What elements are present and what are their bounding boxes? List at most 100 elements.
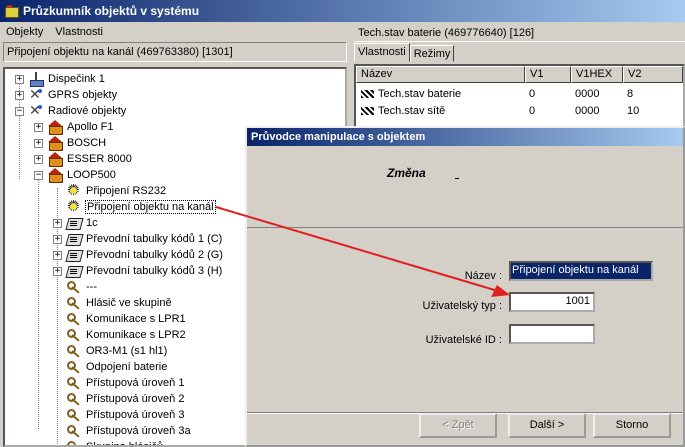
building-icon [47, 136, 63, 151]
row-v2: 8 [627, 88, 634, 100]
user-type-label: Uživatelský typ : [422, 300, 502, 312]
tree-item-label: GPRS objekty [48, 89, 118, 101]
gprs-icon [28, 102, 44, 119]
tree-item-label: Připojení objektu na kanál [85, 200, 216, 214]
key-icon [66, 312, 82, 326]
menu-vlastnosti[interactable]: Vlastnosti [49, 26, 109, 38]
tree-item-label: Přístupová úroveň 2 [86, 393, 185, 405]
connection-icon [66, 181, 82, 199]
user-id-field[interactable] [509, 324, 595, 344]
tree-item[interactable]: Hlásič ve skupině [53, 295, 173, 311]
wizard-step-title: Změna [387, 166, 426, 180]
tree-item[interactable]: Přístupová úroveň 3a [53, 423, 192, 439]
tree-item-label: ESSER 8000 [67, 153, 132, 165]
column-header-v1hex[interactable]: V1HEX [571, 66, 623, 83]
table-icon [66, 232, 82, 246]
tree-item-label: Dispečink 1 [48, 73, 105, 85]
row-v1hex: 0000 [575, 105, 600, 117]
tree-item[interactable]: Komunikace s LPR1 [53, 311, 187, 327]
tree-item[interactable]: Skupina hlásičů [53, 439, 164, 447]
expand-icon[interactable]: + [34, 154, 43, 164]
tree-item[interactable]: Přístupová úroveň 3 [53, 407, 185, 423]
tree-item[interactable]: Odpojení baterie [53, 359, 168, 375]
collapse-icon[interactable]: − [34, 170, 43, 180]
tree-item[interactable]: OR3-M1 (s1 hl1) [53, 343, 168, 359]
key-icon [66, 344, 82, 358]
tree-item[interactable]: Připojení objektu na kanál [53, 197, 216, 215]
name-label: Název : [464, 270, 502, 282]
key-icon [66, 376, 82, 390]
expand-icon[interactable]: + [34, 122, 43, 132]
collapse-icon[interactable]: − [15, 106, 24, 116]
tree-item[interactable]: Komunikace s LPR2 [53, 327, 187, 343]
building-icon [47, 168, 63, 183]
tree-item-label: LOOP500 [67, 169, 116, 181]
tree-item[interactable]: + Dispečink 1 [15, 71, 106, 87]
building-icon [47, 120, 63, 135]
row-v1hex: 0000 [575, 88, 600, 100]
dialog-header: Změna [247, 146, 683, 228]
tab-rezimy[interactable]: Režimy [409, 45, 455, 62]
tree-item-label: Komunikace s LPR1 [86, 313, 186, 325]
menu-objekty[interactable]: Objekty [0, 26, 49, 38]
tree-item-label: 1c [86, 217, 98, 229]
expand-icon[interactable]: + [15, 90, 24, 100]
header-mark [455, 178, 459, 179]
row-name: Tech.stav sítě [378, 105, 446, 117]
expand-icon[interactable]: + [53, 234, 62, 244]
tree-item-label: Radiové objekty [48, 105, 127, 117]
row-v1: 0 [529, 105, 536, 117]
gprs-icon [28, 86, 44, 103]
column-header-v1[interactable]: V1 [525, 66, 571, 83]
expand-icon[interactable]: + [53, 250, 62, 260]
tree-item-label: Odpojení baterie [86, 361, 168, 373]
expand-icon[interactable]: + [53, 218, 62, 228]
window-titlebar: Průzkumník objektů v systému [0, 0, 685, 22]
tree-item[interactable]: + Převodní tabulky kódů 1 (C) [53, 231, 223, 247]
right-panel-header: Tech.stav baterie (469776640) [126] [354, 24, 685, 42]
expand-icon[interactable]: + [53, 266, 62, 276]
tree-item-label: Přístupová úroveň 3a [86, 425, 191, 437]
tree-item[interactable]: + Převodní tabulky kódů 2 (G) [53, 247, 224, 263]
column-header-nazev[interactable]: Název [356, 66, 525, 83]
tree-item-label: Skupina hlásičů [86, 441, 164, 447]
tree-item-label: Přístupová úroveň 1 [86, 377, 185, 389]
back-button[interactable]: < Zpět [419, 413, 497, 438]
tree-item-label: OR3-M1 (s1 hl1) [86, 345, 168, 357]
tree-item-label: --- [86, 281, 97, 293]
tree-item[interactable]: + Apollo F1 [34, 119, 114, 135]
property-tabs: Vlastnosti Režimy [354, 43, 455, 62]
tree-item[interactable]: Přístupová úroveň 1 [53, 375, 185, 391]
tree-item[interactable]: + BOSCH [34, 135, 107, 151]
tab-vlastnosti[interactable]: Vlastnosti [354, 43, 410, 62]
tree-item-label: Převodní tabulky kódů 2 (G) [86, 249, 223, 261]
tree-item-label: Převodní tabulky kódů 1 (C) [86, 233, 223, 245]
user-type-field[interactable]: 1001 [509, 292, 595, 312]
key-icon [66, 392, 82, 406]
key-icon [66, 296, 82, 310]
cancel-button[interactable]: Storno [593, 413, 671, 438]
table-icon [66, 264, 82, 278]
tower-icon [28, 72, 44, 87]
expand-icon[interactable]: + [34, 138, 43, 148]
tree-item[interactable]: + GPRS objekty [15, 86, 118, 103]
tree-item[interactable]: + ESSER 8000 [34, 151, 133, 167]
tree-item[interactable]: +1c [53, 215, 99, 231]
expand-icon[interactable]: + [15, 74, 24, 84]
table-row[interactable]: Tech.stav baterie 0 0000 8 [356, 86, 683, 103]
next-button[interactable]: Další > [508, 413, 586, 438]
tree-item[interactable]: Přístupová úroveň 2 [53, 391, 185, 407]
table-row[interactable]: Tech.stav sítě 0 0000 10 [356, 103, 683, 120]
tree-item[interactable]: + Převodní tabulky kódů 3 (H) [53, 263, 223, 279]
dialog-title: Průvodce manipulace s objektem [251, 131, 426, 143]
tree-item-label: Apollo F1 [67, 121, 114, 133]
column-header-v2[interactable]: V2 [623, 66, 683, 83]
tree-item[interactable]: − Radiové objekty [15, 102, 127, 119]
name-field[interactable]: Připojení objektu na kanál [509, 261, 653, 281]
grid-header: Název V1 V1HEX V2 [356, 66, 683, 83]
table-icon [66, 248, 82, 262]
tree-item[interactable]: --- [53, 279, 98, 295]
key-icon [66, 328, 82, 342]
tree-item-label: BOSCH [67, 137, 107, 149]
tree-item-label: Komunikace s LPR2 [86, 329, 186, 341]
